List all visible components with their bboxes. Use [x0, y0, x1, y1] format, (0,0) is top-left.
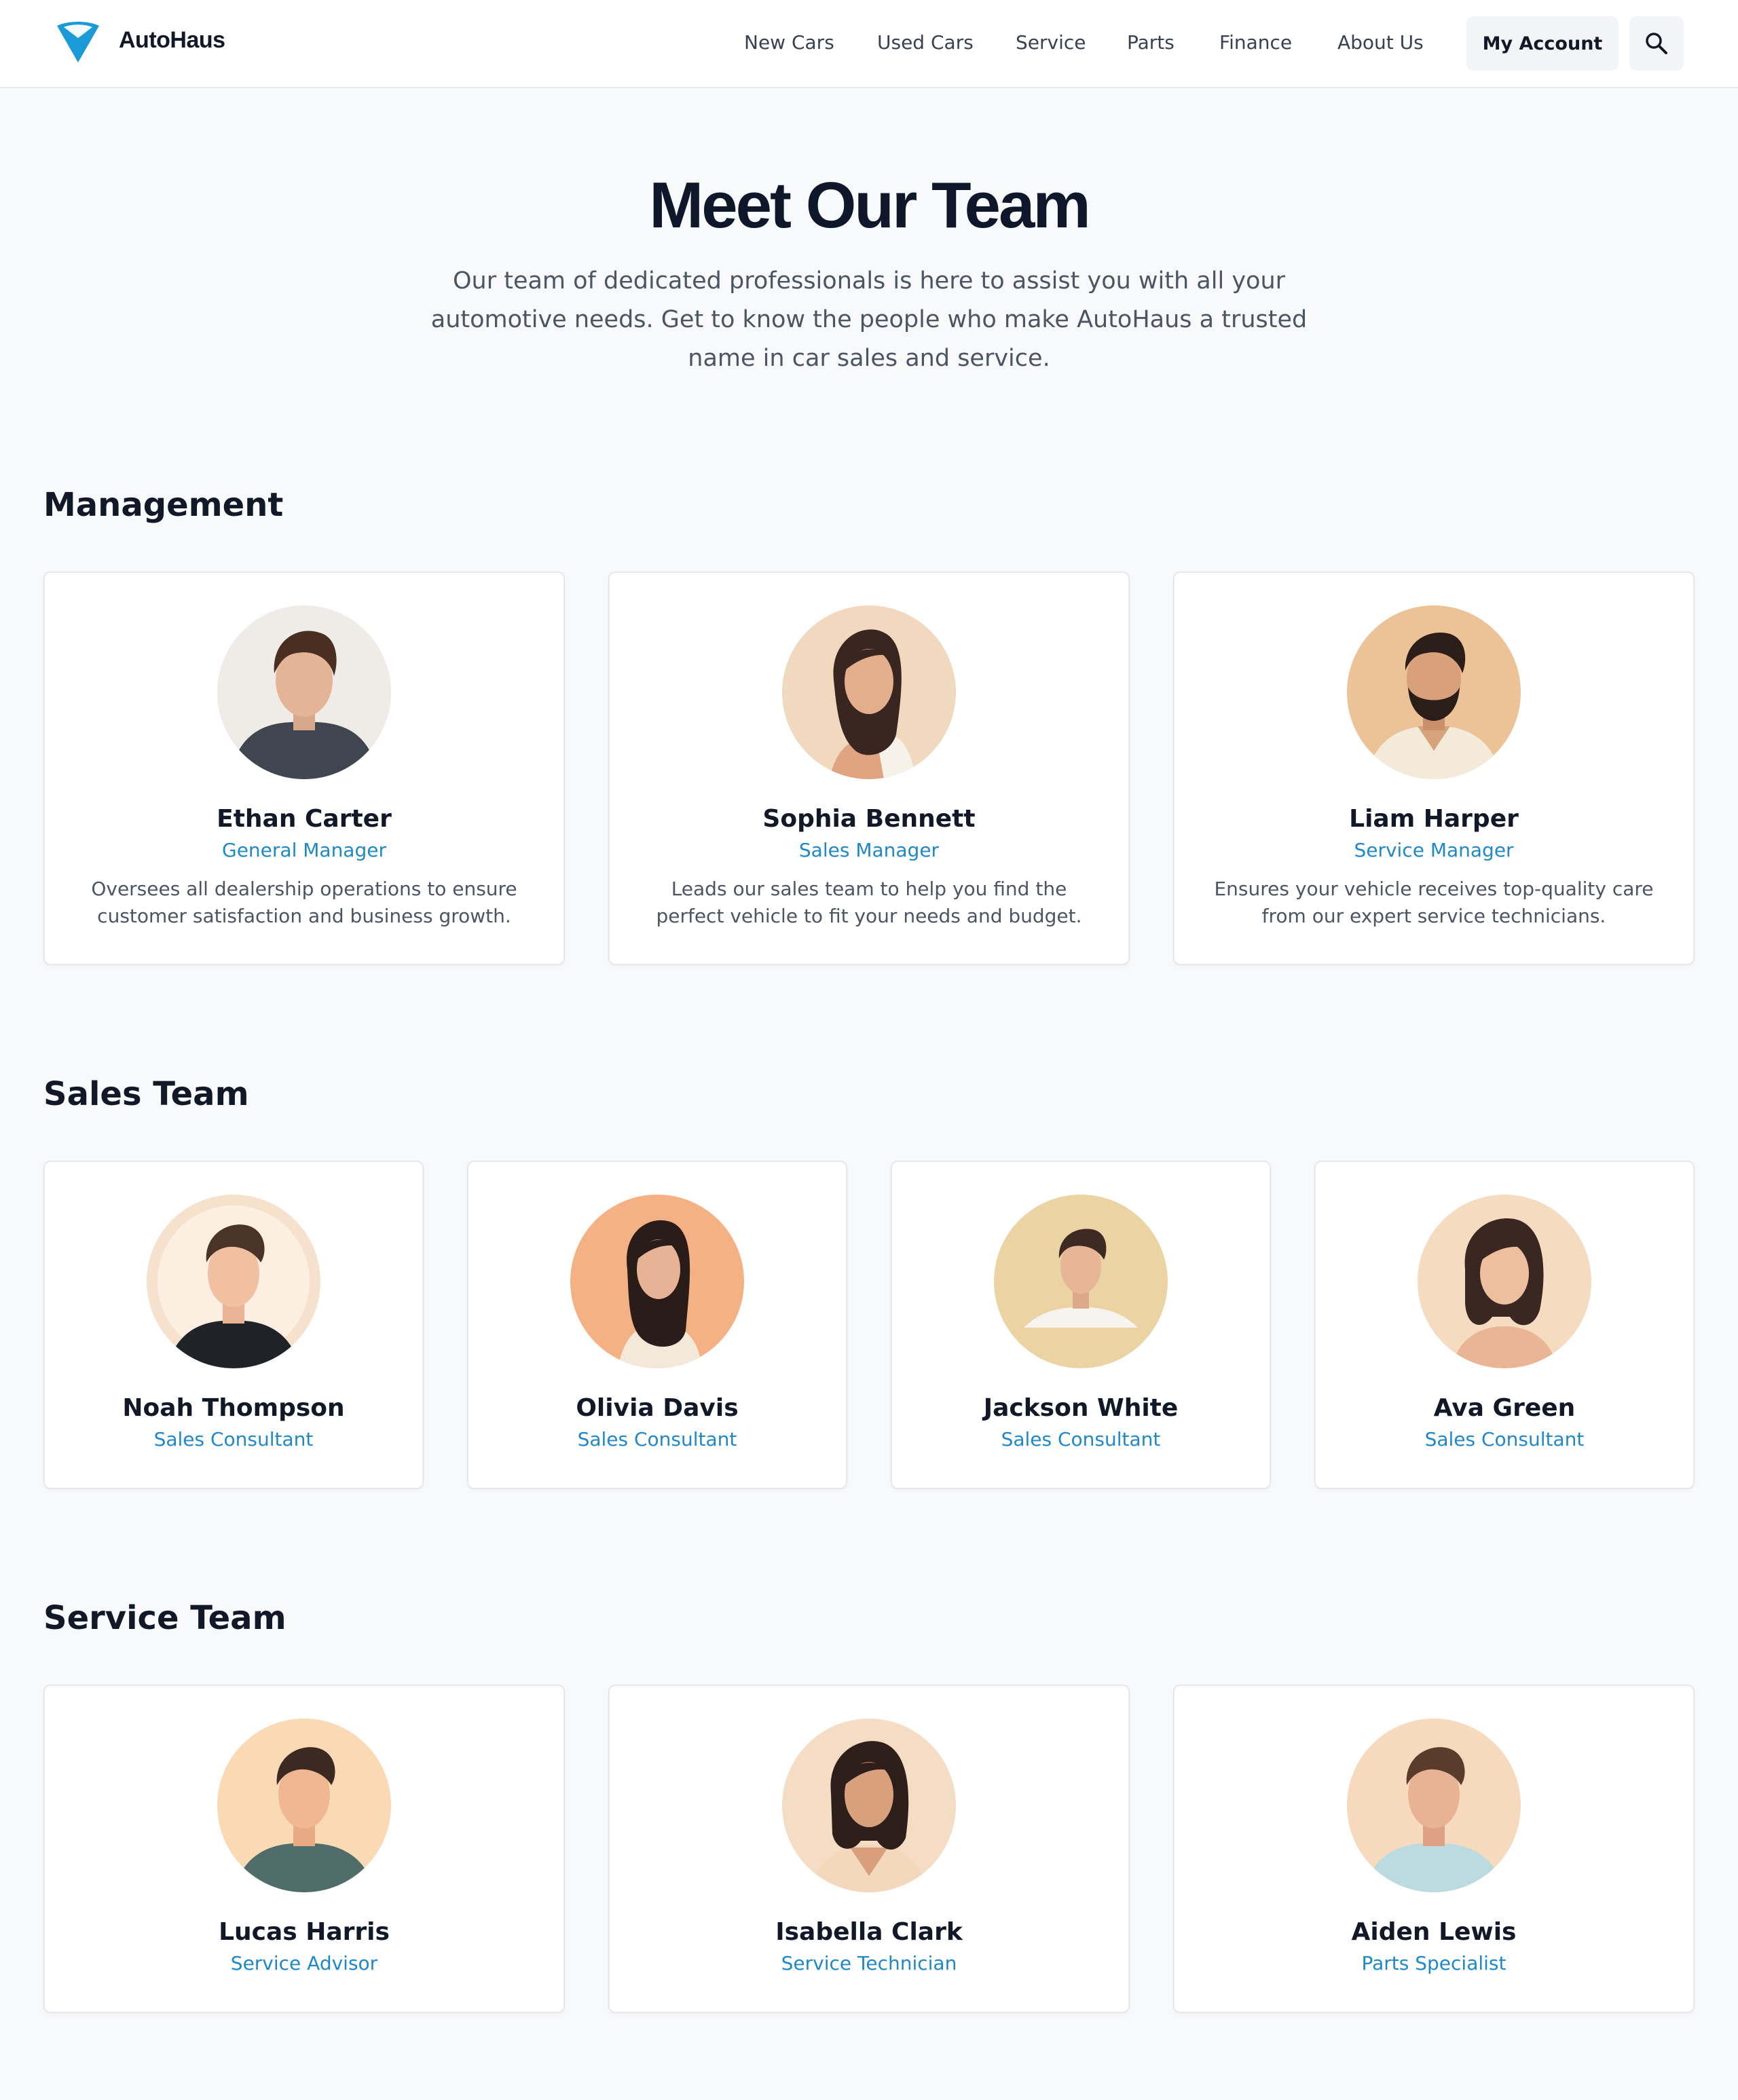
search-icon [1646, 33, 1667, 54]
member-name: Ava Green [1433, 1394, 1576, 1422]
team-card-isabella-clark: Isabella Clark Service Technician [608, 1685, 1130, 2013]
member-name: Isabella Clark [775, 1918, 963, 1946]
member-role: Sales Consultant [153, 1428, 314, 1450]
nav-parts[interactable]: Parts [1127, 31, 1175, 54]
avatar [782, 1719, 956, 1892]
member-description: Leads our sales team to help you find th… [656, 878, 1082, 927]
member-role: Sales Consultant [1001, 1428, 1161, 1450]
member-role: Service Technician [781, 1952, 957, 1974]
page-intro: Our team of dedicated professionals is h… [430, 267, 1308, 372]
member-name: Olivia Davis [576, 1394, 739, 1422]
avatar [217, 605, 391, 779]
search-button[interactable] [1629, 16, 1684, 71]
member-name: Jackson White [983, 1394, 1179, 1422]
member-name: Noah Thompson [122, 1394, 345, 1422]
avatar [147, 1195, 320, 1368]
section-title-management: Management [43, 486, 284, 524]
avatar [1418, 1195, 1591, 1368]
section-title-sales-team: Sales Team [43, 1075, 249, 1113]
team-card-jackson-white: Jackson White Sales Consultant [891, 1161, 1271, 1489]
team-card-ethan-carter: Ethan Carter General Manager Oversees al… [43, 571, 565, 965]
member-role: Sales Consultant [577, 1428, 737, 1450]
brand-name[interactable]: AutoHaus [119, 27, 225, 54]
nav-about-us[interactable]: About Us [1337, 31, 1424, 54]
avatar [1347, 1719, 1521, 1892]
avatar [1347, 605, 1521, 779]
team-card-liam-harper: Liam Harper Service Manager Ensures your… [1173, 571, 1695, 965]
team-card-ava-green: Ava Green Sales Consultant [1314, 1161, 1695, 1489]
member-role: Sales Consultant [1424, 1428, 1585, 1450]
member-role: Service Advisor [230, 1952, 378, 1974]
member-role: Sales Manager [798, 839, 940, 861]
member-role: Service Manager [1354, 839, 1514, 861]
member-role: Parts Specialist [1361, 1952, 1506, 1974]
nav-new-cars[interactable]: New Cars [744, 31, 834, 54]
page-title: Meet Our Team [649, 169, 1090, 242]
avatar [217, 1719, 391, 1892]
member-description: Ensures your vehicle receives top-qualit… [1214, 878, 1654, 927]
member-name: Lucas Harris [219, 1918, 390, 1946]
nav-finance[interactable]: Finance [1219, 31, 1292, 54]
my-account-button[interactable]: My Account [1466, 16, 1619, 71]
team-card-olivia-davis: Olivia Davis Sales Consultant [467, 1161, 847, 1489]
avatar [994, 1195, 1168, 1368]
member-name: Liam Harper [1349, 805, 1519, 833]
avatar [782, 605, 956, 779]
member-name: Aiden Lewis [1351, 1918, 1517, 1946]
team-card-aiden-lewis: Aiden Lewis Parts Specialist [1173, 1685, 1695, 2013]
avatar [570, 1195, 744, 1368]
member-description: Oversees all dealership operations to en… [91, 878, 517, 927]
member-name: Ethan Carter [217, 805, 392, 833]
site-header: AutoHaus New Cars Used Cars Service Part… [0, 0, 1738, 88]
autohaus-logo-icon[interactable] [54, 20, 102, 65]
member-role: General Manager [222, 839, 386, 861]
nav-used-cars[interactable]: Used Cars [877, 31, 974, 54]
team-card-noah-thompson: Noah Thompson Sales Consultant [43, 1161, 424, 1489]
team-card-lucas-harris: Lucas Harris Service Advisor [43, 1685, 565, 2013]
section-title-service-team: Service Team [43, 1599, 286, 1637]
member-name: Sophia Bennett [762, 805, 976, 833]
team-card-sophia-bennett: Sophia Bennett Sales Manager Leads our s… [608, 571, 1130, 965]
nav-service[interactable]: Service [1016, 31, 1086, 54]
